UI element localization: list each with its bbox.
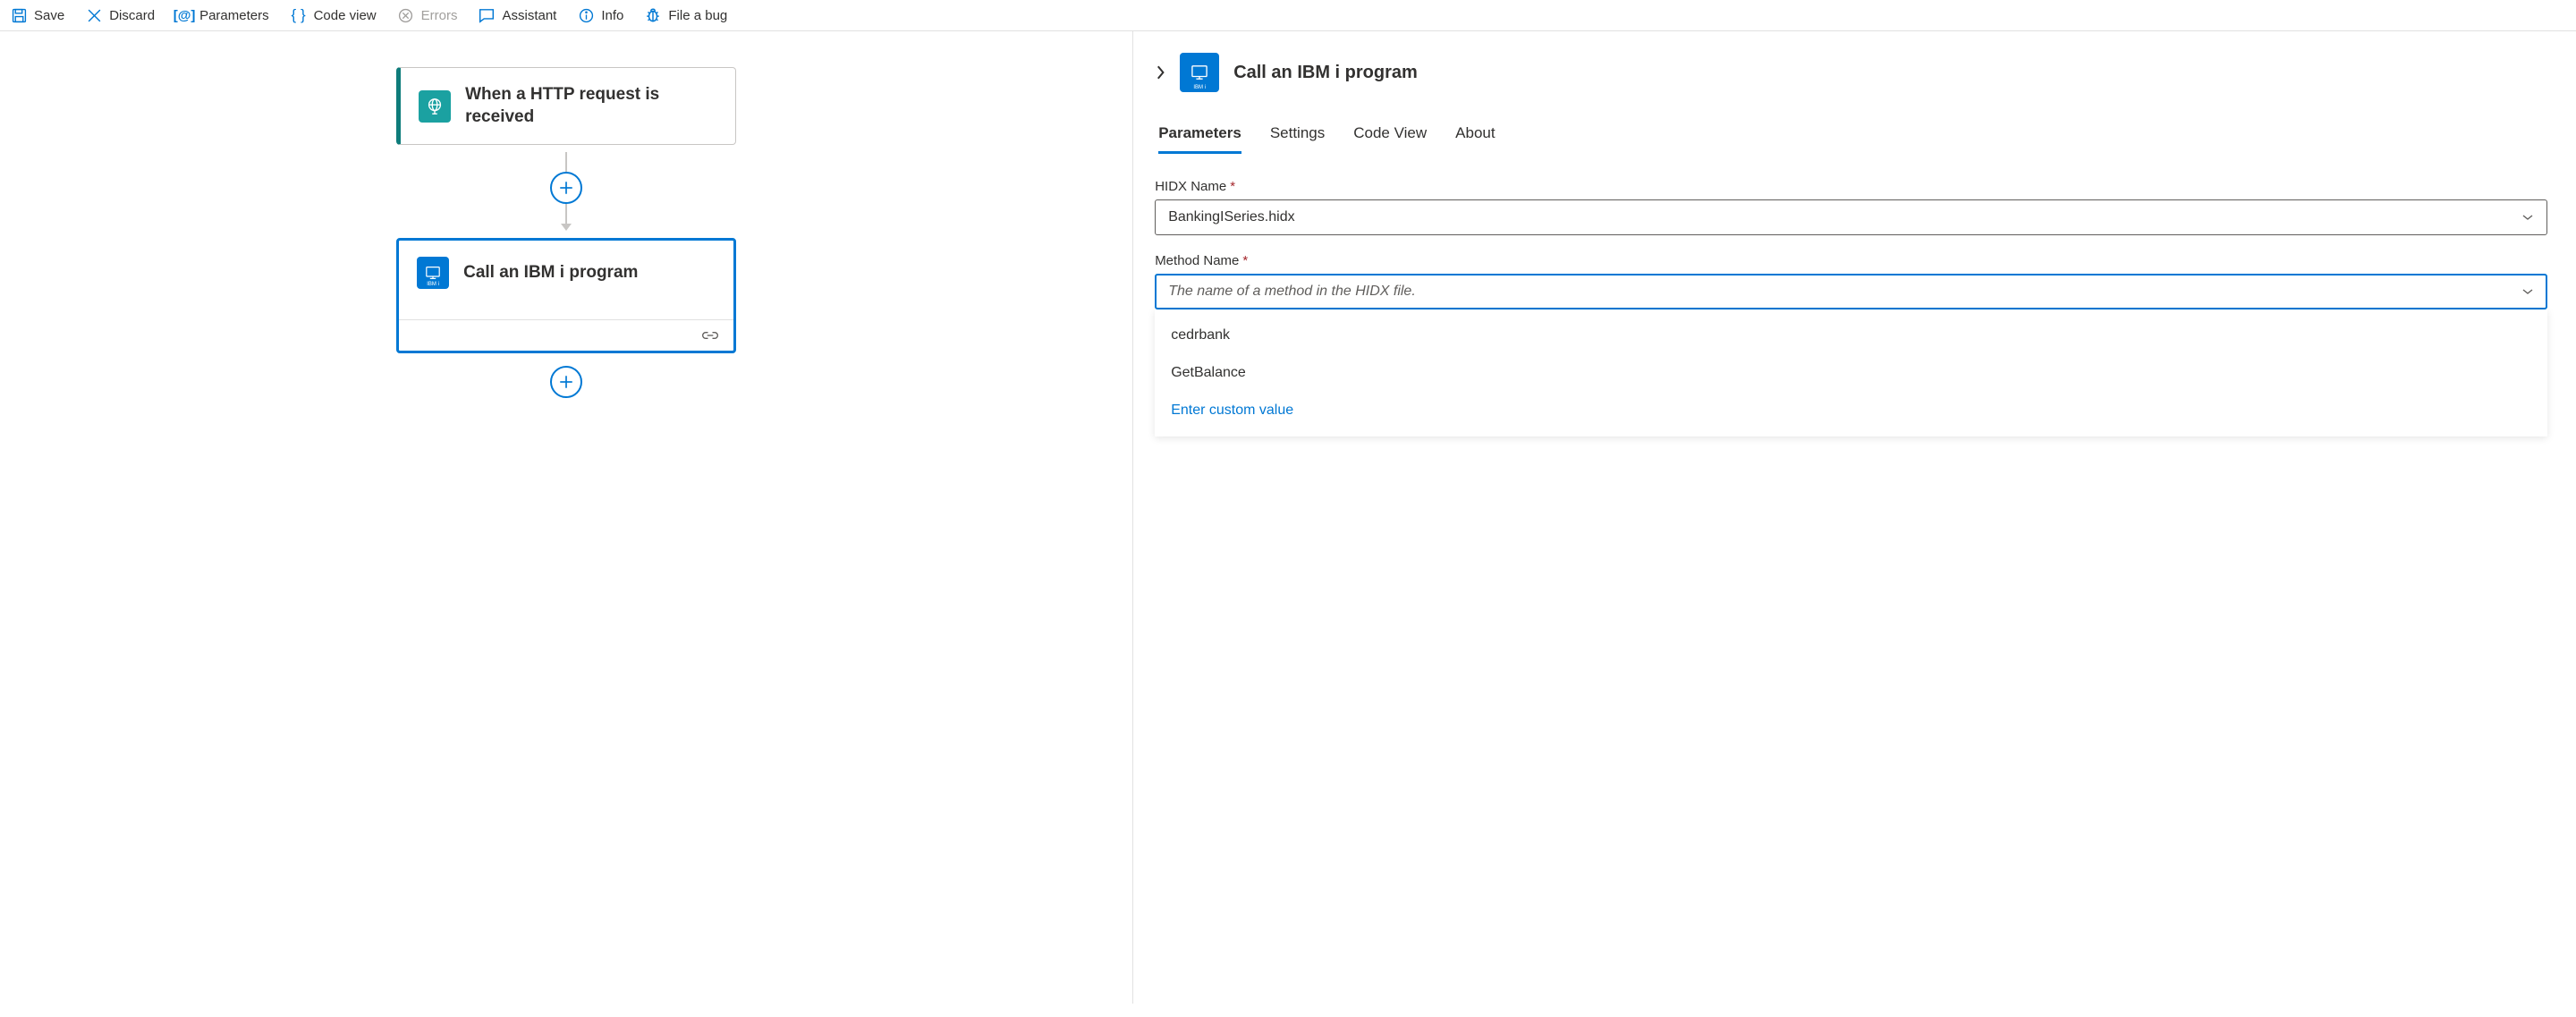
action-title: Call an IBM i program	[463, 262, 638, 284]
tab-parameters[interactable]: Parameters	[1158, 124, 1241, 154]
method-name-placeholder: The name of a method in the HIDX file.	[1168, 284, 1416, 300]
save-button[interactable]: Save	[11, 7, 64, 23]
discard-button[interactable]: Discard	[86, 7, 155, 23]
assistant-button[interactable]: Assistant	[479, 7, 556, 23]
method-name-select[interactable]: The name of a method in the HIDX file.	[1155, 274, 2547, 309]
toolbar: Save Discard [@] Parameters { } Code vie…	[0, 0, 2576, 31]
panel-ibm-i-icon: IBM i	[1180, 53, 1219, 92]
panel-icon-label: IBM i	[1193, 85, 1206, 90]
dropdown-custom-value[interactable]: Enter custom value	[1155, 392, 2547, 429]
braces-icon: { }	[291, 7, 307, 23]
file-bug-label: File a bug	[668, 8, 727, 23]
method-name-label: Method Name*	[1155, 253, 2547, 268]
method-name-dropdown: cedrbank GetBalance Enter custom value	[1155, 309, 2547, 436]
chevron-down-icon	[2521, 213, 2534, 222]
errors-button: Errors	[398, 7, 458, 23]
ibm-i-icon-label: IBM i	[427, 282, 439, 287]
parameters-icon: [@]	[176, 7, 192, 23]
add-step-button-end[interactable]	[550, 366, 582, 398]
action-node[interactable]: IBM i Call an IBM i program	[396, 238, 736, 353]
info-icon	[578, 7, 594, 23]
parameters-button[interactable]: [@] Parameters	[176, 7, 269, 23]
code-view-label: Code view	[314, 8, 377, 23]
dropdown-option-getbalance[interactable]: GetBalance	[1155, 354, 2547, 392]
http-trigger-icon	[419, 90, 451, 123]
trigger-node[interactable]: When a HTTP request is received	[396, 67, 736, 145]
info-label: Info	[601, 8, 623, 23]
panel-header: IBM i Call an IBM i program	[1155, 53, 2547, 92]
flow-connector-end	[550, 353, 582, 405]
trigger-title: When a HTTP request is received	[465, 84, 717, 128]
hidx-name-label: HIDX Name*	[1155, 179, 2547, 194]
flow-connector	[550, 145, 582, 238]
method-name-group: Method Name* The name of a method in the…	[1155, 253, 2547, 436]
details-panel: IBM i Call an IBM i program Parameters S…	[1133, 31, 2576, 1004]
connection-icon[interactable]	[701, 329, 719, 342]
parameters-label: Parameters	[199, 8, 269, 23]
errors-label: Errors	[421, 8, 458, 23]
flow-diagram: When a HTTP request is received IBM i Ca…	[396, 67, 736, 968]
collapse-chevron-icon[interactable]	[1155, 64, 1165, 81]
save-label: Save	[34, 8, 64, 23]
hidx-name-value: BankingISeries.hidx	[1168, 209, 1294, 225]
code-view-button[interactable]: { } Code view	[291, 7, 377, 23]
dropdown-option-cedrbank[interactable]: cedrbank	[1155, 317, 2547, 354]
tab-settings[interactable]: Settings	[1270, 124, 1325, 154]
tab-about[interactable]: About	[1455, 124, 1495, 154]
tab-code-view[interactable]: Code View	[1353, 124, 1427, 154]
panel-title: Call an IBM i program	[1233, 63, 1418, 83]
file-bug-button[interactable]: File a bug	[645, 7, 727, 23]
save-icon	[11, 7, 27, 23]
bug-icon	[645, 7, 661, 23]
assistant-label: Assistant	[502, 8, 556, 23]
close-icon	[86, 7, 102, 23]
chevron-down-icon	[2521, 287, 2534, 296]
discard-label: Discard	[109, 8, 155, 23]
info-button[interactable]: Info	[578, 7, 623, 23]
error-icon	[398, 7, 414, 23]
canvas-area: When a HTTP request is received IBM i Ca…	[0, 31, 1133, 1004]
add-step-button[interactable]	[550, 172, 582, 204]
panel-tabs: Parameters Settings Code View About	[1158, 124, 2547, 154]
hidx-name-group: HIDX Name* BankingISeries.hidx	[1155, 179, 2547, 235]
hidx-name-select[interactable]: BankingISeries.hidx	[1155, 199, 2547, 235]
chat-icon	[479, 7, 495, 23]
main-container: When a HTTP request is received IBM i Ca…	[0, 31, 2576, 1004]
node-footer	[399, 319, 733, 351]
ibm-i-icon: IBM i	[417, 257, 449, 289]
